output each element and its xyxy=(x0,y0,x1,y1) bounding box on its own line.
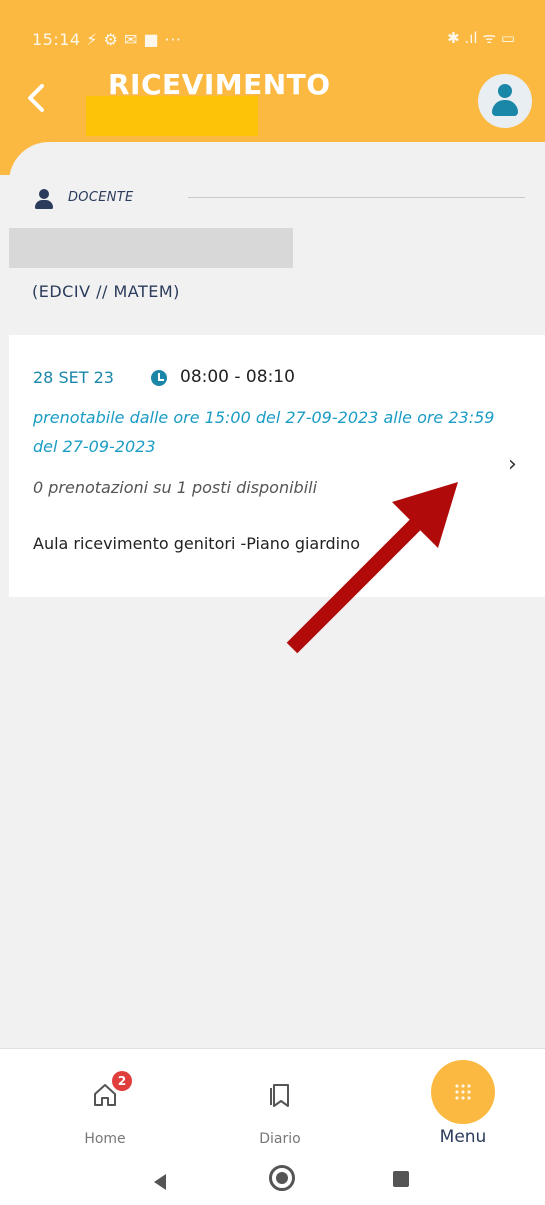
bookmark-icon xyxy=(270,1084,289,1107)
slot-date: 28 SET 23 xyxy=(33,368,114,387)
teacher-icon-head xyxy=(39,189,49,199)
chevron-right-icon[interactable]: › xyxy=(508,452,517,477)
status-time: 15:14 xyxy=(32,30,81,49)
clock-icon xyxy=(151,370,167,386)
notification-badge: 2 xyxy=(112,1071,132,1091)
system-back-icon[interactable] xyxy=(152,1172,168,1192)
teacher-icon-body xyxy=(35,200,53,209)
nav-menu-label: Menu xyxy=(439,1127,487,1147)
teacher-name-redaction xyxy=(9,228,293,268)
nav-diario-label: Diario xyxy=(259,1131,301,1147)
menu-button[interactable] xyxy=(431,1060,495,1124)
section-label: DOCENTE xyxy=(68,190,134,205)
nav-home-label: Home xyxy=(84,1131,126,1147)
status-icons-left: ⚡ ⚙ ✉ ■ ··· xyxy=(86,30,182,49)
seats-available: 0 prenotazioni su 1 posti disponibili xyxy=(33,478,318,497)
room-location: Aula ricevimento genitori -Piano giardin… xyxy=(33,534,361,553)
divider xyxy=(188,197,525,198)
status-bar-left: 15:14 ⚡ ⚙ ✉ ■ ··· xyxy=(32,30,181,49)
teacher-icon xyxy=(33,188,55,210)
nav-home[interactable]: 2 Home xyxy=(40,1049,170,1159)
slot-time: 08:00 - 08:10 xyxy=(180,367,295,387)
system-navigation-bar xyxy=(0,1158,545,1205)
nav-menu[interactable]: Menu xyxy=(398,1049,528,1159)
system-recents-icon[interactable] xyxy=(393,1171,409,1187)
status-icons-right: ✱ .ıl ᯤ ▭ xyxy=(447,29,515,47)
nav-diario[interactable]: Diario xyxy=(215,1049,345,1159)
bottom-nav: 2 Home Diario Menu xyxy=(0,1048,545,1158)
profile-button[interactable] xyxy=(478,74,532,128)
teacher-subjects: (EDCIV // MATEM) xyxy=(32,282,180,301)
grid-dots-icon xyxy=(455,1084,471,1100)
user-icon-body xyxy=(492,100,518,116)
user-icon xyxy=(498,84,512,98)
redaction-block xyxy=(86,96,258,136)
system-home-icon[interactable] xyxy=(269,1165,295,1191)
back-button[interactable] xyxy=(22,78,56,118)
booking-window: prenotabile dalle ore 15:00 del 27-09-20… xyxy=(33,408,495,456)
chevron-left-icon xyxy=(28,84,44,112)
